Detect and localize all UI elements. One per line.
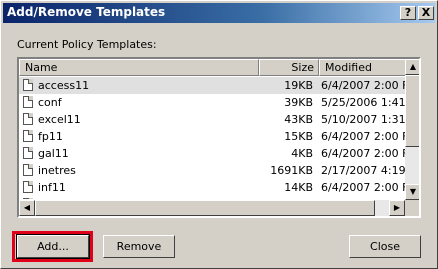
document-icon (23, 96, 33, 108)
table-row[interactable]: fp11 15KB 6/4/2007 2:00 F (19, 128, 405, 145)
row-modified: 5/10/2007 1:31 (321, 113, 405, 126)
row-name-cell: gal11 (23, 145, 259, 162)
scroll-left-arrow-icon[interactable]: ◀ (19, 200, 35, 216)
document-icon (23, 181, 33, 193)
table-row[interactable]: gal11 4KB 6/4/2007 2:00 F (19, 145, 405, 162)
horizontal-scrollbar[interactable]: ◀ ▶ (19, 200, 405, 216)
row-name: inetres (38, 164, 76, 177)
scroll-up-arrow-icon[interactable]: ▲ (405, 59, 419, 75)
row-name: access11 (38, 79, 90, 92)
row-modified: 6/4/2007 2:00 F (321, 130, 405, 143)
current-policy-templates-label: Current Policy Templates: (17, 38, 157, 51)
table-row[interactable]: inetres 1691KB 2/17/2007 4:19 (19, 162, 405, 179)
row-name-cell: conf (23, 94, 259, 111)
row-modified: 6/4/2007 2:00 F (321, 79, 405, 92)
row-name-cell: fp11 (23, 128, 259, 145)
scroll-right-arrow-icon[interactable]: ▶ (389, 200, 405, 216)
close-button[interactable]: Close (349, 235, 421, 258)
row-name: office11 (38, 198, 82, 199)
column-header-name[interactable]: Name (19, 59, 259, 76)
table-row[interactable]: conf 39KB 5/25/2006 1:41 (19, 94, 405, 111)
document-icon (23, 147, 33, 159)
row-name: conf (38, 96, 62, 109)
row-name-cell: inetres (23, 162, 259, 179)
title-bar[interactable]: Add/Remove Templates ? X (3, 3, 435, 23)
row-size: 15KB (284, 130, 313, 143)
row-size: 39KB (284, 96, 313, 109)
row-modified: 6/4/2007 2:00 F (321, 181, 405, 194)
table-row[interactable]: inf11 14KB 6/4/2007 2:00 F (19, 179, 405, 196)
document-icon (23, 79, 33, 91)
column-header-modified[interactable]: Modified (319, 59, 405, 76)
row-name: excel11 (38, 113, 81, 126)
vertical-scrollbar[interactable]: ▲ ▼ (405, 59, 419, 200)
remove-button[interactable]: Remove (103, 235, 175, 258)
row-name-cell: access11 (23, 77, 259, 94)
row-name: fp11 (38, 130, 63, 143)
close-window-button[interactable]: X (418, 6, 434, 20)
row-modified: 2/17/2007 4:19 (321, 164, 405, 177)
row-name-cell: inf11 (23, 179, 259, 196)
scroll-down-arrow-icon[interactable]: ▼ (405, 184, 419, 200)
row-size: 4KB (291, 147, 313, 160)
row-modified: 6/4/2007 2:00 F (321, 196, 405, 199)
document-icon (23, 130, 33, 142)
table-row[interactable]: excel11 43KB 5/10/2007 1:31 (19, 111, 405, 128)
row-name: gal11 (38, 147, 69, 160)
vertical-scroll-thumb[interactable] (405, 75, 419, 147)
row-size: 19KB (284, 79, 313, 92)
templates-list-body: Name Size Modified access11 19KB 6/4/2007 … (19, 59, 405, 199)
templates-list[interactable]: Name Size Modified access11 19KB 6/4/2007 … (17, 57, 421, 218)
table-row[interactable]: office11 80KB 6/4/2007 2:00 F (19, 196, 405, 199)
horizontal-scroll-thumb[interactable] (35, 200, 375, 216)
row-modified: 6/4/2007 2:00 F (321, 147, 405, 160)
scrollbar-corner (405, 200, 419, 216)
help-button[interactable]: ? (400, 6, 416, 20)
window-title: Add/Remove Templates (7, 5, 166, 19)
table-row[interactable]: access11 19KB 6/4/2007 2:00 F (19, 77, 405, 94)
row-size: 1691KB (270, 164, 313, 177)
column-header-size[interactable]: Size (259, 59, 319, 76)
document-icon (23, 164, 33, 176)
row-size: 14KB (284, 181, 313, 194)
add-remove-templates-dialog: Add/Remove Templates ? X Current Policy … (0, 0, 438, 269)
row-size: 80KB (259, 196, 313, 199)
document-icon (23, 198, 33, 199)
row-size: 43KB (284, 113, 313, 126)
row-modified: 5/25/2006 1:41 (321, 96, 405, 109)
row-name: inf11 (38, 181, 66, 194)
add-button-highlight-box (12, 231, 93, 262)
row-name-cell: office11 (23, 196, 259, 199)
row-name-cell: excel11 (23, 111, 259, 128)
document-icon (23, 113, 33, 125)
